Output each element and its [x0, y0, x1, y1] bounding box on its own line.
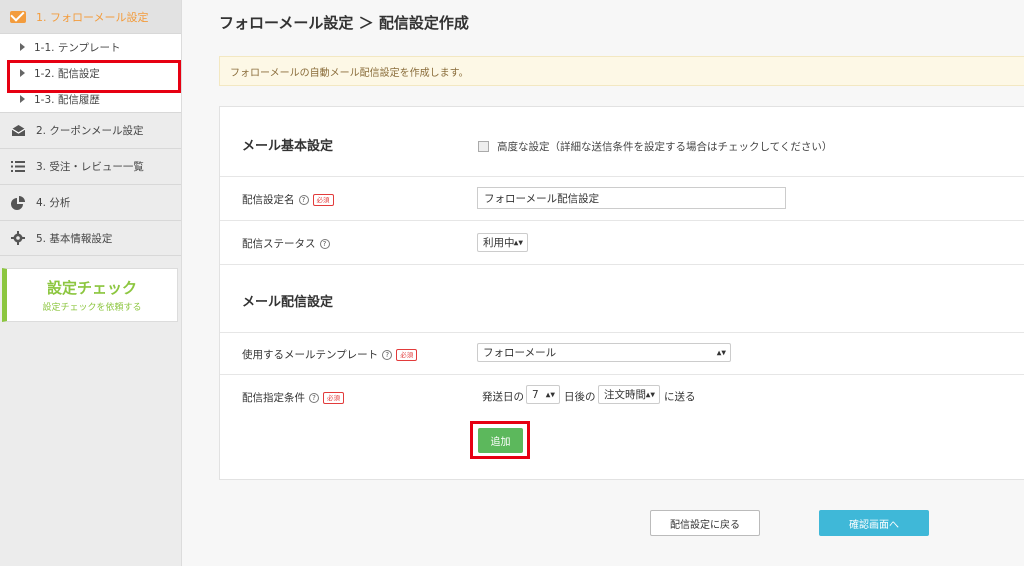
- back-to-settings-button[interactable]: 配信設定に戻る: [650, 510, 760, 536]
- sidebar-item-label: 4. 分析: [36, 197, 71, 209]
- main-content: フォローメール設定 ＞ 配信設定作成 フォローメールの自動メール配信設定を作成し…: [183, 0, 1024, 566]
- list-icon: [10, 160, 26, 174]
- sidebar-item-analysis[interactable]: 4. 分析: [0, 184, 181, 220]
- settings-check-title: 設定チェック: [46, 279, 137, 297]
- basic-settings-header: メール基本設定 高度な設定（詳細な送信条件を設定する場合はチェックしてください）: [220, 107, 1024, 177]
- caret-right-icon: [20, 95, 25, 103]
- select-arrows-icon: ▲▼: [513, 239, 523, 246]
- sidebar-subitem-label: 1-3. 配信履歴: [34, 93, 100, 106]
- delivery-settings-title: メール配信設定: [242, 295, 334, 310]
- confirm-button[interactable]: 確認画面へ: [819, 510, 929, 536]
- sidebar: 1. フォローメール設定 1-1. テンプレート 1-2. 配信設定 1-3. …: [0, 0, 182, 566]
- delivery-status-label: 配信ステータス ?: [242, 236, 330, 251]
- field-label: 使用するメールテンプレート: [242, 349, 379, 361]
- caret-right-icon: [20, 43, 25, 51]
- sidebar-item-label: 5. 基本情報設定: [36, 232, 113, 245]
- select-value: 7: [532, 388, 539, 401]
- sidebar-subitem-label: 1-2. 配信設定: [34, 67, 100, 80]
- advanced-settings-checkbox[interactable]: 高度な設定（詳細な送信条件を設定する場合はチェックしてください）: [478, 139, 832, 154]
- delivery-name-row: 配信設定名 ? 必須 フォローメール配信設定: [220, 177, 1024, 221]
- input-value: フォローメール配信設定: [484, 192, 600, 205]
- settings-check-button[interactable]: 設定チェック 設定チェックを依頼する: [2, 268, 178, 322]
- sidebar-item-orders[interactable]: 3. 受注・レビュー一覧: [0, 148, 181, 184]
- select-value: 注文時間: [604, 389, 646, 401]
- sidebar-subitem-delivery-settings[interactable]: 1-2. 配信設定: [0, 60, 181, 93]
- settings-check-subtitle: 設定チェックを依頼する: [42, 303, 142, 313]
- envelope-open-icon: [10, 124, 26, 138]
- settings-panel: メール基本設定 高度な設定（詳細な送信条件を設定する場合はチェックしてください）…: [219, 106, 1024, 480]
- sidebar-item-label: 3. 受注・レビュー一覧: [36, 161, 144, 173]
- field-label: 配信設定名: [242, 194, 295, 206]
- condition-prefix: 発送日の: [482, 391, 524, 403]
- select-arrows-icon: ▲▼: [545, 391, 555, 398]
- condition-suffix: に送る: [664, 391, 696, 403]
- advanced-settings-label: 高度な設定（詳細な送信条件を設定する場合はチェックしてください）: [497, 141, 833, 153]
- select-arrows-icon: ▲▼: [645, 391, 655, 398]
- time-select[interactable]: 注文時間 ▲▼: [598, 385, 660, 404]
- days-select[interactable]: 7 ▲▼: [526, 385, 560, 404]
- sidebar-item-follow-mail[interactable]: 1. フォローメール設定: [0, 0, 181, 34]
- select-value: フォローメール: [483, 347, 557, 359]
- template-row: 使用するメールテンプレート ? 必須 フォローメール ▲▼: [220, 333, 1024, 375]
- notice-text: フォローメールの自動メール配信設定を作成します。: [230, 67, 469, 79]
- help-icon[interactable]: ?: [309, 392, 319, 403]
- sidebar-subitem-template[interactable]: 1-1. テンプレート: [0, 34, 181, 60]
- delivery-settings-header: メール配信設定: [220, 265, 1024, 333]
- add-button[interactable]: 追加: [478, 428, 523, 453]
- add-button-highlight: 追加: [470, 421, 530, 459]
- delivery-name-label: 配信設定名 ? 必須: [242, 192, 334, 207]
- template-select[interactable]: フォローメール ▲▼: [477, 343, 731, 362]
- notice-banner: フォローメールの自動メール配信設定を作成します。: [219, 56, 1024, 86]
- template-label: 使用するメールテンプレート ? 必須: [242, 347, 418, 362]
- sidebar-submenu: 1-1. テンプレート 1-2. 配信設定 1-3. 配信履歴: [0, 34, 181, 112]
- condition-label: 配信指定条件 ? 必須: [242, 390, 344, 405]
- sidebar-item-basic-info[interactable]: 5. 基本情報設定: [0, 220, 181, 256]
- delivery-name-input[interactable]: フォローメール配信設定: [477, 187, 786, 209]
- envelope-icon: [10, 10, 26, 23]
- required-badge: 必須: [312, 193, 334, 206]
- page-title: フォローメール設定 ＞ 配信設定作成: [219, 14, 469, 32]
- gear-icon: [10, 231, 26, 245]
- select-value: 利用中: [483, 237, 515, 249]
- condition-mid: 日後の: [564, 391, 596, 403]
- delivery-status-row: 配信ステータス ? 利用中 ▲▼: [220, 221, 1024, 265]
- basic-settings-title: メール基本設定: [242, 139, 334, 154]
- delivery-status-select[interactable]: 利用中 ▲▼: [477, 233, 528, 252]
- sidebar-subitem-history[interactable]: 1-3. 配信履歴: [0, 86, 181, 112]
- help-icon[interactable]: ?: [298, 194, 309, 205]
- field-label: 配信ステータス: [242, 238, 316, 250]
- sidebar-item-label: 2. クーポンメール設定: [36, 125, 144, 137]
- required-badge: 必須: [323, 391, 344, 404]
- sidebar-item-label: 1. フォローメール設定: [36, 10, 149, 24]
- required-badge: 必須: [396, 348, 418, 361]
- condition-row: 配信指定条件 ? 必須 発送日の 7 ▲▼ 日後の 注文時間 ▲▼ に送る: [220, 375, 1024, 419]
- sidebar-item-coupon[interactable]: 2. クーポンメール設定: [0, 112, 181, 148]
- help-icon[interactable]: ?: [319, 238, 330, 249]
- sidebar-subitem-label: 1-1. テンプレート: [34, 41, 121, 54]
- pie-chart-icon: [10, 195, 26, 210]
- field-label: 配信指定条件: [242, 392, 305, 404]
- help-icon[interactable]: ?: [382, 349, 393, 360]
- select-arrows-icon: ▲▼: [716, 349, 726, 356]
- checkbox-box[interactable]: [478, 141, 489, 152]
- caret-right-icon: [20, 69, 25, 77]
